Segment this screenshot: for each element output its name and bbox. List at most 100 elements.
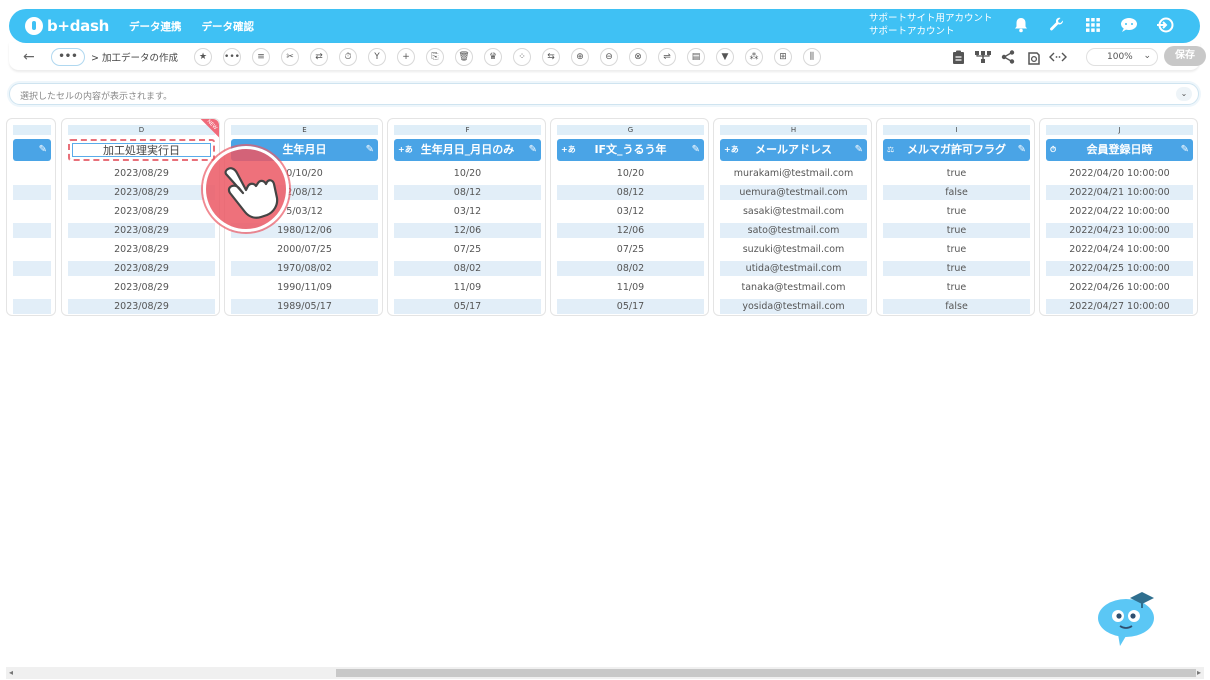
table-cell[interactable]: 2023/08/29: [68, 280, 215, 295]
table-cell[interactable]: suzuki@testmail.com: [720, 242, 867, 257]
table-cell[interactable]: 07/25: [557, 242, 704, 257]
clipboard-icon[interactable]: [949, 48, 967, 66]
remove-icon[interactable]: ⊖: [599, 47, 618, 66]
logout-icon[interactable]: [1154, 14, 1176, 36]
nav-data-check[interactable]: データ確認: [201, 19, 254, 34]
back-arrow-icon[interactable]: ←: [23, 49, 37, 65]
column-letter[interactable]: F: [394, 125, 541, 135]
table-cell[interactable]: 2023/08/29: [68, 299, 215, 314]
table-cell[interactable]: false: [883, 185, 1030, 200]
table-cell[interactable]: true: [883, 261, 1030, 276]
table-cell[interactable]: 08/02: [394, 261, 541, 276]
table-cell[interactable]: [13, 166, 51, 181]
table-cell[interactable]: 08/02: [557, 261, 704, 276]
table-cell[interactable]: utida@testmail.com: [720, 261, 867, 276]
add-column-icon[interactable]: ⊕: [570, 47, 589, 66]
edit-pencil-icon[interactable]: ✎: [366, 139, 374, 161]
table-cell[interactable]: 08/12: [557, 185, 704, 200]
filter-icon[interactable]: ▼: [715, 47, 734, 66]
table-cell[interactable]: true: [883, 204, 1030, 219]
table-cell[interactable]: 08/12: [394, 185, 541, 200]
column-letter[interactable]: [13, 125, 51, 135]
bell-icon[interactable]: [1010, 14, 1032, 36]
table-cell[interactable]: 2023/08/29: [68, 223, 215, 238]
table-cell[interactable]: tanaka@testmail.com: [720, 280, 867, 295]
table-cell[interactable]: 2022/04/23 10:00:00: [1046, 223, 1193, 238]
app-grid-icon[interactable]: [1082, 14, 1104, 36]
table-cell[interactable]: true: [883, 223, 1030, 238]
code-icon[interactable]: [1049, 48, 1067, 66]
table-cell[interactable]: true: [883, 242, 1030, 257]
grid-add-icon[interactable]: ⊞: [773, 47, 792, 66]
split-icon[interactable]: ⫼: [802, 47, 821, 66]
chat-icon[interactable]: [1118, 14, 1140, 36]
list-icon[interactable]: ≡: [251, 47, 270, 66]
table-cell[interactable]: 10/20: [557, 166, 704, 181]
column-letter[interactable]: J: [1046, 125, 1193, 135]
cell-content-bar[interactable]: 選択したセルの内容が表示されます。 ⌄: [9, 83, 1199, 105]
table-cell[interactable]: sasaki@testmail.com: [720, 204, 867, 219]
edit-pencil-icon[interactable]: ✎: [1018, 139, 1026, 161]
swap-icon[interactable]: ⇄: [309, 47, 328, 66]
zoom-select[interactable]: 100% ⌄: [1086, 48, 1158, 66]
transfer-icon[interactable]: ⇆: [541, 47, 560, 66]
more-menu-button[interactable]: •••: [51, 47, 85, 66]
edit-pencil-icon[interactable]: ✎: [1181, 139, 1189, 161]
save-button[interactable]: 保存: [1164, 46, 1206, 66]
edit-pencil-icon[interactable]: ✎: [529, 139, 537, 161]
table-cell[interactable]: 2022/04/25 10:00:00: [1046, 261, 1193, 276]
table-cell[interactable]: [13, 242, 51, 257]
table-icon[interactable]: ▤: [686, 47, 705, 66]
table-cell[interactable]: 2022/04/26 10:00:00: [1046, 280, 1193, 295]
expand-chevron-icon[interactable]: ⌄: [1176, 87, 1192, 101]
table-cell[interactable]: 1970/08/02: [231, 261, 378, 276]
table-cell[interactable]: 12/06: [557, 223, 704, 238]
table-cell[interactable]: 07/25: [394, 242, 541, 257]
table-cell[interactable]: uemura@testmail.com: [720, 185, 867, 200]
table-cell[interactable]: false: [883, 299, 1030, 314]
table-cell[interactable]: 2022/04/21 10:00:00: [1046, 185, 1193, 200]
table-cell[interactable]: yosida@testmail.com: [720, 299, 867, 314]
table-cell[interactable]: 05/17: [394, 299, 541, 314]
table-cell[interactable]: 12/06: [394, 223, 541, 238]
column-header[interactable]: +あ IF文_うるう年 ✎: [557, 139, 704, 161]
edit-pencil-icon[interactable]: ✎: [855, 139, 863, 161]
column-header[interactable]: ⚖ メルマガ許可フラグ ✎: [883, 139, 1030, 161]
branch-icon[interactable]: Y: [367, 47, 386, 66]
share-icon[interactable]: [999, 48, 1017, 66]
column-letter[interactable]: E: [231, 125, 378, 135]
table-cell[interactable]: [13, 185, 51, 200]
crown-icon[interactable]: ♛: [483, 47, 502, 66]
table-cell[interactable]: [13, 204, 51, 219]
table-cell[interactable]: 2023/08/29: [68, 242, 215, 257]
table-cell[interactable]: 2023/08/29: [68, 204, 215, 219]
timer-icon[interactable]: ⏱: [338, 47, 357, 66]
cluster-icon[interactable]: ⁂: [744, 47, 763, 66]
account-info[interactable]: サポートサイト用アカウント サポートアカウント: [869, 12, 993, 38]
scroll-left-icon[interactable]: ◂: [9, 668, 13, 677]
close-circle-icon[interactable]: ⊗: [628, 47, 647, 66]
table-cell[interactable]: 10/20: [394, 166, 541, 181]
table-cell[interactable]: 1989/05/17: [231, 299, 378, 314]
nav-data-link[interactable]: データ連携: [129, 19, 182, 34]
wrench-icon[interactable]: [1046, 14, 1068, 36]
favorite-icon[interactable]: ★: [193, 47, 212, 66]
horizontal-scrollbar[interactable]: ◂ ▸: [6, 667, 1204, 679]
table-cell[interactable]: 2023/08/29: [68, 166, 215, 181]
edit-pencil-icon[interactable]: ✎: [39, 139, 47, 161]
table-cell[interactable]: [13, 299, 51, 314]
table-cell[interactable]: 2022/04/22 10:00:00: [1046, 204, 1193, 219]
table-cell[interactable]: 2023/08/29: [68, 185, 215, 200]
table-cell[interactable]: 03/12: [394, 204, 541, 219]
dots-grid-icon[interactable]: ⁘: [512, 47, 531, 66]
scroll-right-icon[interactable]: ▸: [1197, 668, 1201, 677]
table-cell[interactable]: true: [883, 280, 1030, 295]
column-header[interactable]: +あ 生年月日_月日のみ ✎: [394, 139, 541, 161]
column-header[interactable]: ⏱ 会員登録日時 ✎: [1046, 139, 1193, 161]
convert-icon[interactable]: ⇌: [657, 47, 676, 66]
table-cell[interactable]: 2022/04/24 10:00:00: [1046, 242, 1193, 257]
column-letter[interactable]: H: [720, 125, 867, 135]
mascot-assistant-icon[interactable]: [1096, 590, 1158, 648]
table-cell[interactable]: 11/09: [394, 280, 541, 295]
table-cell[interactable]: 2022/04/20 10:00:00: [1046, 166, 1193, 181]
